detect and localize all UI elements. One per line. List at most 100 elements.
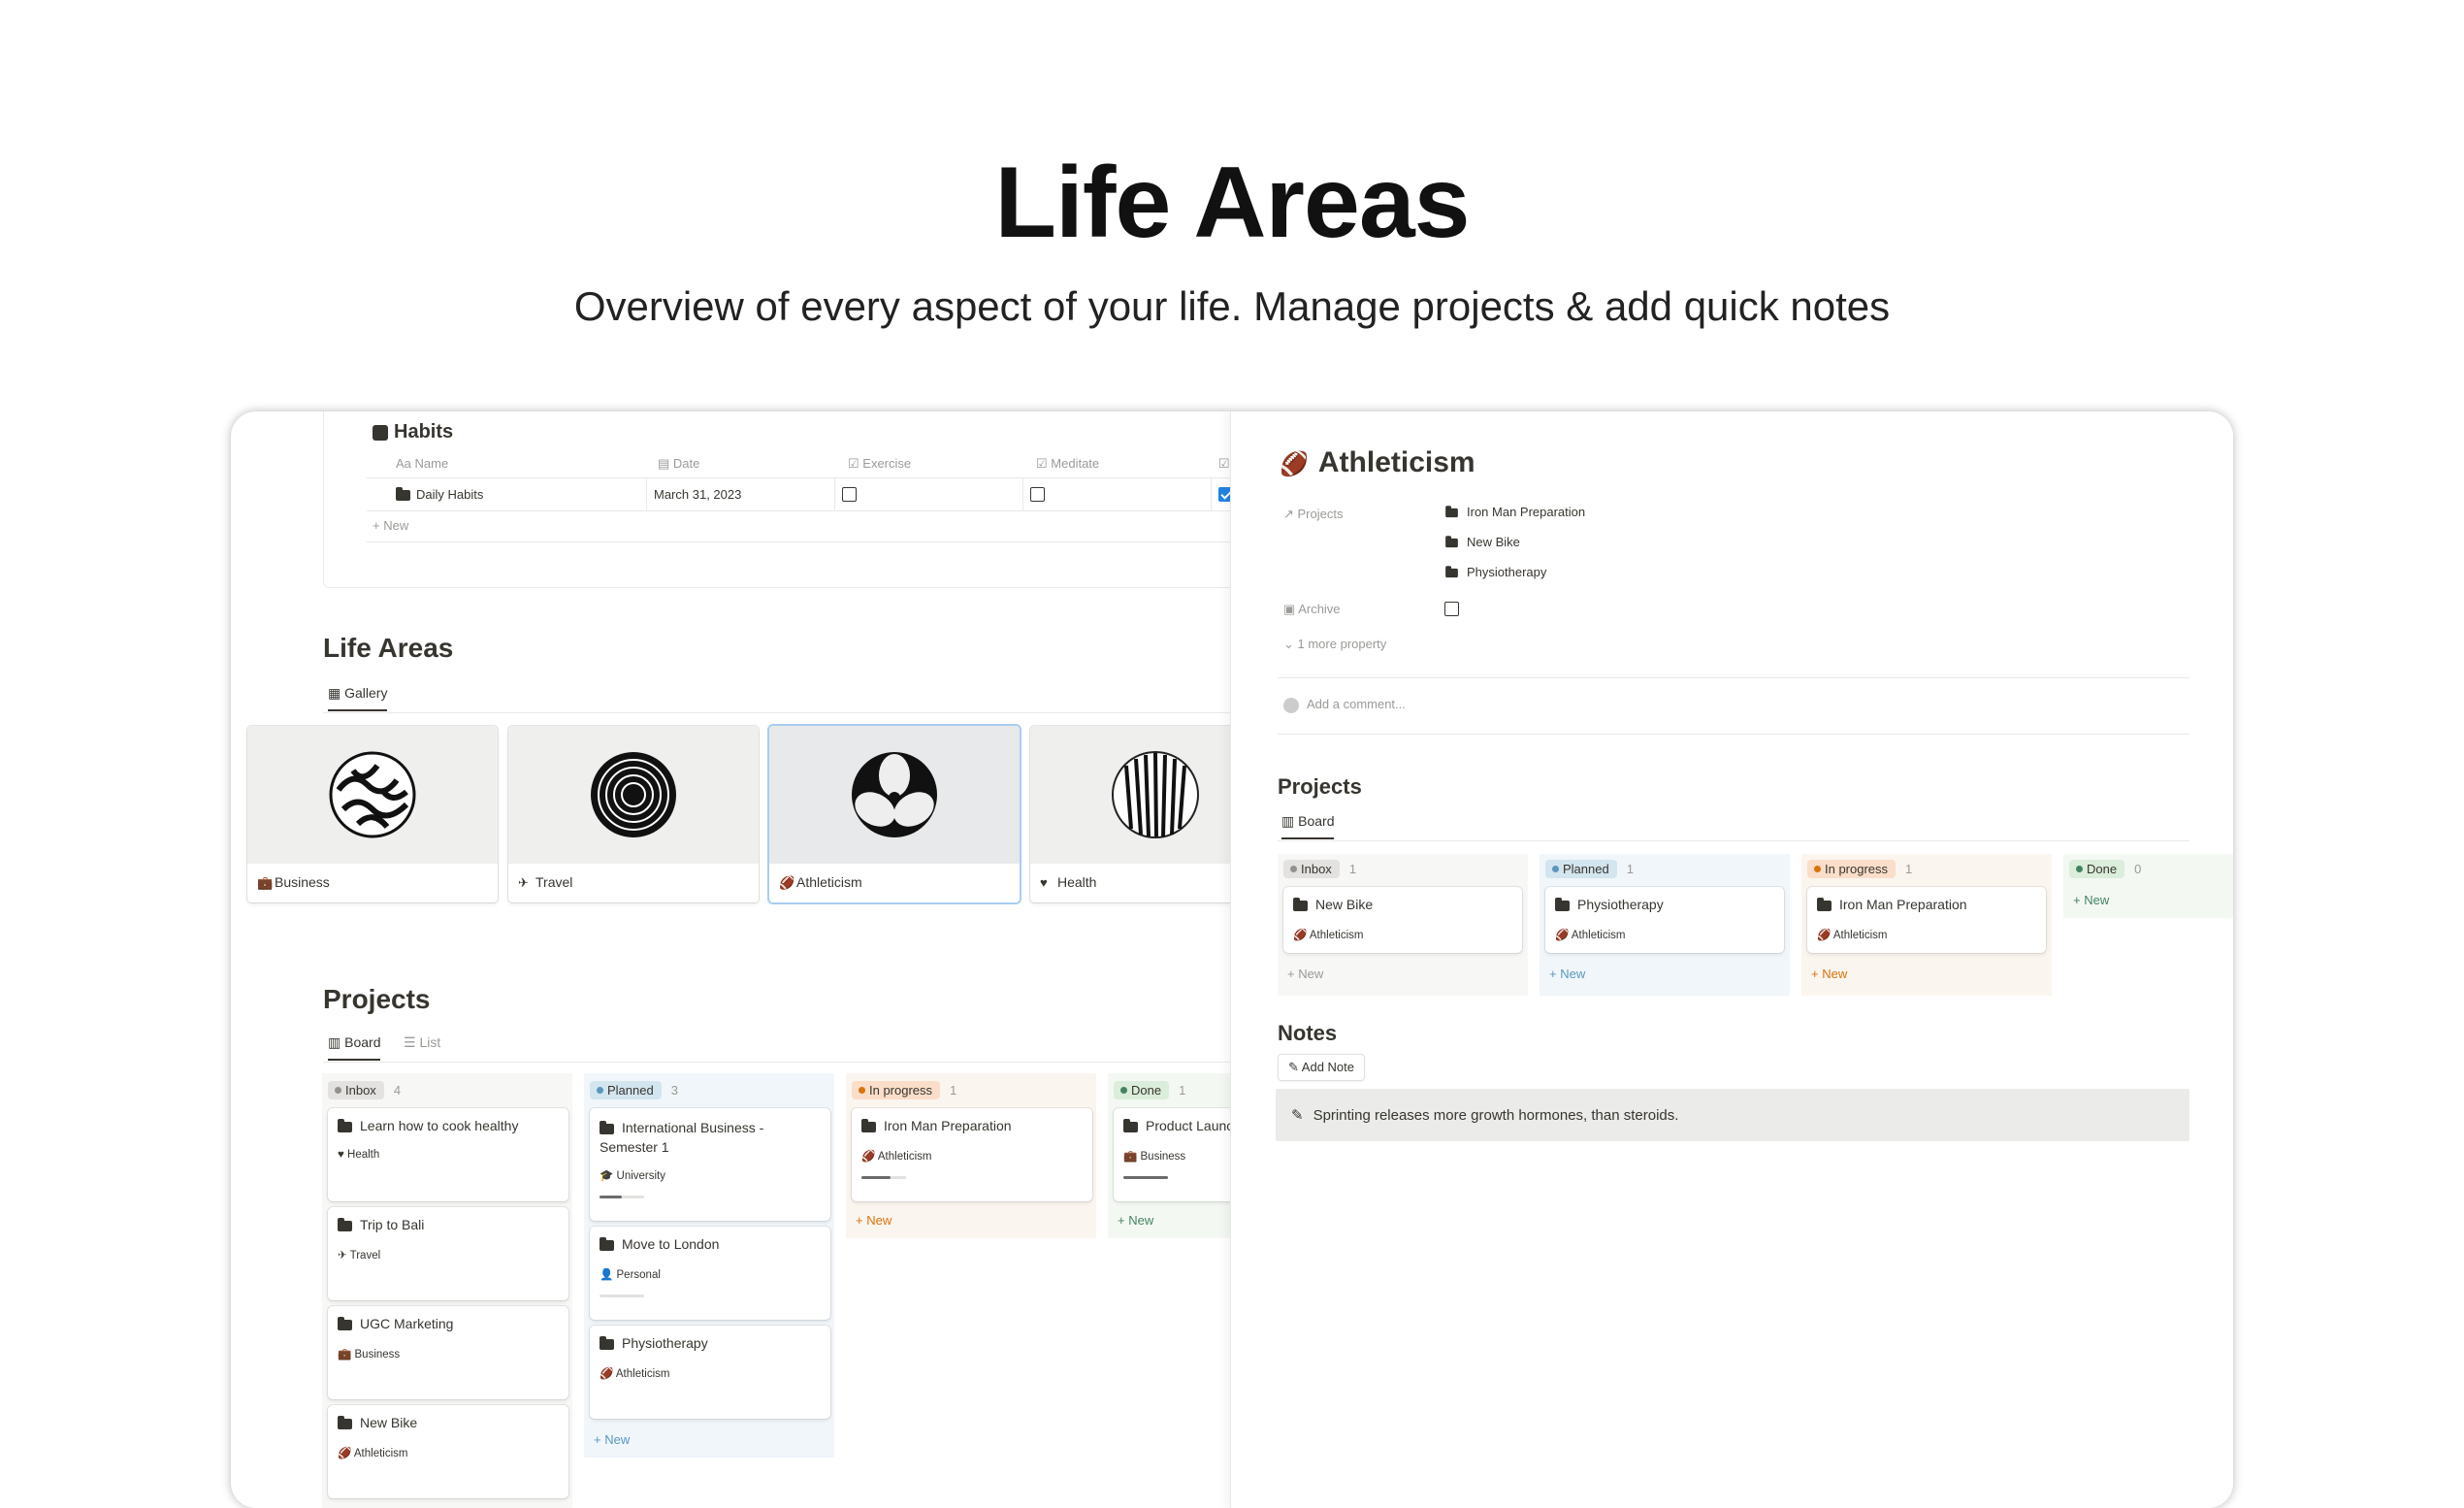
column-count: 1: [1348, 862, 1357, 876]
prop-label-projects: ↗ Projects: [1283, 507, 1344, 521]
project-card[interactable]: Physiotherapy 🏈 Athleticism: [1545, 887, 1784, 953]
text-prop-icon: Aa: [396, 456, 415, 471]
folder-icon: [1445, 506, 1458, 518]
project-card[interactable]: New Bike 🏈 Athleticism: [328, 1405, 568, 1498]
checkbox-prop-icon: ☑: [1036, 456, 1052, 471]
board-icon: ▥: [1281, 813, 1299, 829]
habit-row-name[interactable]: Daily Habits: [396, 487, 483, 502]
progress-bar: [1123, 1176, 1168, 1179]
calendar-icon: ▤: [658, 456, 673, 471]
habits-col-exercise: ☑ Exercise: [848, 456, 912, 471]
folder-icon: [338, 1118, 352, 1132]
folder-icon: [600, 1335, 614, 1350]
progress-bar: [600, 1196, 644, 1198]
archive-icon: ▣: [1283, 602, 1299, 616]
meditate-checkbox[interactable]: [1030, 486, 1045, 504]
add-note-button[interactable]: ✎ Add Note: [1278, 1054, 1365, 1081]
checkbox-prop-icon: ☑: [1218, 456, 1230, 471]
gallery-icon: ▦: [328, 685, 345, 701]
habits-col-date: ▤ Date: [658, 456, 700, 471]
relation-item[interactable]: New Bike: [1444, 535, 1520, 549]
peek-page-panel: 🏈 Athleticism ↗ Projects Iron Man Prepara…: [1230, 411, 2233, 1508]
football-icon: 🏈: [779, 875, 795, 890]
relation-item[interactable]: Iron Man Preparation: [1444, 505, 1585, 519]
project-card[interactable]: UGC Marketing 💼 Business: [328, 1306, 568, 1399]
archive-checkbox[interactable]: [1444, 601, 1459, 618]
tab-board[interactable]: ▥ Board: [328, 1034, 381, 1061]
app-window: Habits Aa Name ▤ Date ☑ Exercise ☑ Medit…: [231, 411, 2233, 1508]
habit-row-date[interactable]: March 31, 2023: [654, 487, 741, 502]
habits-title[interactable]: Habits: [394, 421, 453, 443]
new-card-button[interactable]: + New: [1549, 967, 1585, 981]
folder-icon: [600, 1120, 614, 1134]
list-icon: ☰: [404, 1034, 420, 1050]
status-badge-planned: Planned: [590, 1081, 662, 1099]
project-card[interactable]: Physiotherapy 🏈 Athleticism: [590, 1326, 830, 1419]
person-icon: 👤: [600, 1269, 617, 1281]
folder-icon: [861, 1118, 876, 1132]
tab-board[interactable]: ▥ Board: [1281, 813, 1335, 839]
column-count: 1: [1179, 1083, 1186, 1098]
status-badge-done: Done: [2069, 860, 2125, 878]
folder-icon: [1817, 897, 1832, 911]
heart-icon: ♥: [338, 1149, 348, 1161]
projects-title: Projects: [323, 984, 431, 1014]
life-areas-title: Life Areas: [323, 633, 454, 663]
folder-icon: [1445, 566, 1458, 578]
gallery-card-business[interactable]: 💼 Business: [247, 726, 498, 902]
football-icon: 🏈: [1293, 930, 1310, 941]
more-properties-toggle[interactable]: ⌄ 1 more property: [1283, 637, 1386, 652]
airplane-icon: ✈: [518, 875, 529, 890]
tab-gallery[interactable]: ▦ Gallery: [328, 685, 388, 711]
new-card-button[interactable]: + New: [1118, 1213, 1153, 1228]
airplane-icon: ✈: [338, 1250, 350, 1262]
comment-input[interactable]: Add a comment...: [1283, 697, 1406, 713]
extra-checkbox[interactable]: [1218, 486, 1230, 504]
graduation-cap-icon: 🎓: [600, 1170, 617, 1182]
main-page: Habits Aa Name ▤ Date ☑ Exercise ☑ Medit…: [231, 411, 1230, 1508]
column-count: 3: [670, 1083, 678, 1098]
new-card-button[interactable]: + New: [856, 1213, 892, 1228]
habits-col-name: Aa Name: [396, 456, 449, 471]
tab-list[interactable]: ☰ List: [404, 1034, 440, 1051]
folder-icon: [1123, 1118, 1138, 1132]
column-count: 0: [2134, 862, 2142, 876]
briefcase-icon: 💼: [257, 875, 274, 890]
exercise-checkbox[interactable]: [842, 486, 857, 504]
column-count: 4: [393, 1083, 402, 1098]
folder-icon: [1555, 897, 1570, 911]
progress-bar: [861, 1176, 906, 1179]
page-title[interactable]: Athleticism: [1318, 446, 1475, 478]
new-card-button[interactable]: + New: [1811, 967, 1847, 981]
project-card[interactable]: New Bike 🏈 Athleticism: [1283, 887, 1522, 953]
status-badge-inbox: Inbox: [1283, 860, 1340, 878]
folder-icon: [338, 1316, 352, 1330]
project-card[interactable]: Product Launch 💼 Business: [1114, 1108, 1230, 1201]
status-badge-done: Done: [1114, 1081, 1170, 1099]
gallery-card-health[interactable]: ♥ Health: [1030, 726, 1230, 902]
column-count: 1: [950, 1083, 957, 1098]
striped-sphere-image: [1112, 751, 1199, 838]
chevron-down-icon: ⌄: [1283, 637, 1298, 651]
project-card[interactable]: Iron Man Preparation 🏈 Athleticism: [1807, 887, 2046, 953]
project-card[interactable]: Iron Man Preparation 🏈 Athleticism: [852, 1108, 1092, 1201]
status-badge-in-progress: In progress: [1807, 860, 1897, 878]
detail-projects-title: Projects: [1278, 774, 1362, 799]
status-badge-inbox: Inbox: [328, 1081, 384, 1099]
new-card-button[interactable]: + New: [2073, 893, 2109, 907]
avatar: [1283, 697, 1299, 713]
project-card[interactable]: International Business - Semester 1 🎓 Un…: [590, 1108, 830, 1221]
heart-icon: ♥: [1040, 875, 1048, 890]
gallery-card-travel[interactable]: ✈ Travel: [508, 726, 759, 902]
gallery-card-athleticism[interactable]: 🏈 Athleticism: [769, 726, 1020, 902]
project-card[interactable]: Move to London 👤 Personal: [590, 1227, 830, 1320]
column-count: 1: [1905, 862, 1913, 876]
project-card[interactable]: Trip to Bali ✈ Travel: [328, 1207, 568, 1300]
status-badge-planned: Planned: [1545, 860, 1617, 878]
folder-icon: [338, 1415, 352, 1429]
new-card-button[interactable]: + New: [1287, 967, 1323, 981]
relation-item[interactable]: Physiotherapy: [1444, 565, 1546, 579]
habits-new-row[interactable]: + New: [373, 518, 408, 533]
project-card[interactable]: Learn how to cook healthy ♥ Health: [328, 1108, 568, 1201]
new-card-button[interactable]: + New: [594, 1432, 630, 1447]
